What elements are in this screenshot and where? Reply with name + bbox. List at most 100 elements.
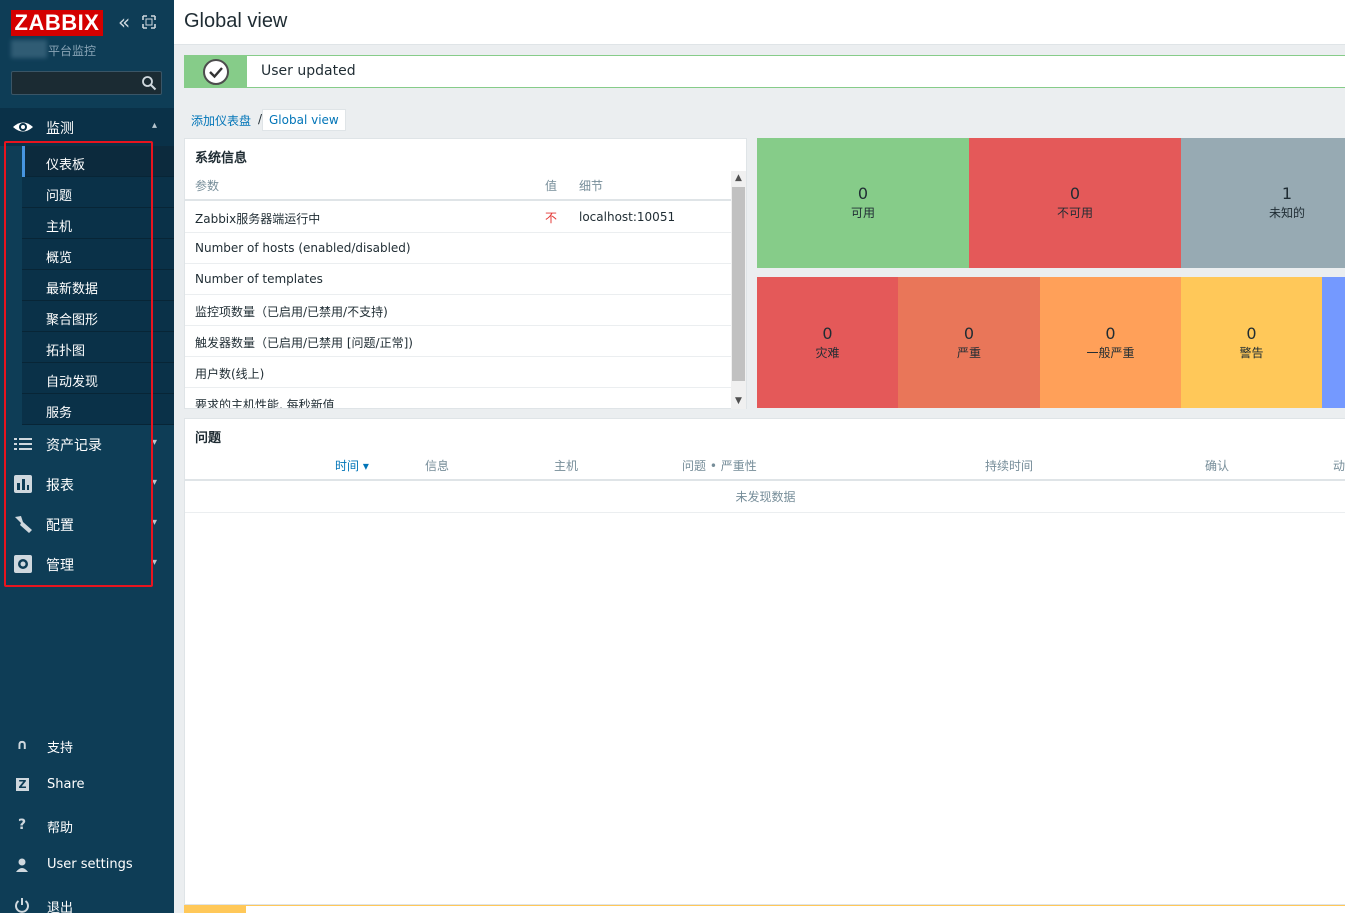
sidebar-item-label: 帮助 [47, 821, 74, 836]
message-text: User updated [261, 63, 356, 79]
sidebar: ZABBIX « 平台监控 监测 ▴ 仪表板 问题 主机 概览 最新数据 聚合图… [0, 0, 174, 913]
breadcrumb-link-dashboards[interactable]: 添加仪表盘 [191, 112, 251, 129]
eye-icon [13, 122, 33, 132]
cell-param: 监控项数量（已启用/已禁用/不支持) [195, 305, 388, 319]
system-info-rows: Zabbix服务器端运行中 不 localhost:10051 Number o… [185, 202, 731, 408]
search-input[interactable] [11, 71, 162, 95]
cell-param: Number of hosts (enabled/disabled) [195, 241, 411, 255]
widget-title: 系统信息 [195, 151, 248, 166]
logo-row: ZABBIX « [11, 10, 171, 36]
table-row: Number of templates [185, 264, 731, 295]
cell-param: 用户数(线上) [195, 367, 265, 381]
severity-cell-information[interactable] [1322, 277, 1345, 408]
column-header: 动 [1333, 459, 1345, 473]
sidebar-item-help[interactable]: ? 帮助 [0, 805, 174, 845]
system-info-widget: 系统信息 参数 值 细节 Zabbix服务器端运行中 不 localhost:1… [184, 138, 747, 409]
scroll-thumb[interactable] [732, 187, 745, 381]
warning-icon [184, 906, 246, 913]
availability-count: 0 [1069, 184, 1081, 203]
severity-label: 一般严重 [1086, 346, 1135, 360]
kiosk-mode-icon[interactable] [142, 15, 156, 29]
severity-label: 严重 [956, 346, 981, 360]
cell-value: 不 [545, 211, 558, 225]
availability-cell-available[interactable]: 0 可用 [757, 138, 969, 268]
scrollbar[interactable]: ▲ ▼ [731, 171, 746, 409]
sidebar-item-label: 退出 [47, 901, 74, 913]
column-header: 问题 • 严重性 [682, 459, 757, 473]
server-name: 平台监控 [48, 44, 97, 58]
severity-cell-average[interactable]: 0 一般严重 [1040, 277, 1181, 408]
severity-count: 0 [963, 324, 975, 343]
column-header: 信息 [425, 459, 450, 473]
success-message: User updated [184, 55, 1345, 88]
availability-label: 未知的 [1268, 206, 1305, 220]
availability-label: 不可用 [1056, 206, 1093, 220]
table-row: 要求的主机性能, 每秒新值 [185, 388, 731, 408]
severity-label: 灾难 [815, 346, 840, 360]
availability-cell-unavailable[interactable]: 0 不可用 [969, 138, 1181, 268]
collapse-sidebar-icon[interactable]: « [118, 12, 134, 32]
table-header: 时间 ▾ 信息 主机 问题 • 严重性 持续时间 确认 动 [185, 449, 1345, 481]
availability-label: 可用 [850, 206, 875, 220]
table-row: 用户数(线上) [185, 357, 731, 388]
severity-count: 0 [1246, 324, 1257, 343]
sidebar-item-share[interactable]: Z Share [0, 765, 174, 805]
column-header: 主机 [554, 459, 579, 473]
sidebar-item-label: 支持 [47, 741, 74, 756]
scroll-up-icon[interactable]: ▲ [731, 171, 746, 186]
host-availability-widget: 0 可用 0 不可用 1 未知的 [757, 138, 1345, 268]
menu-section-label: 监测 [46, 121, 74, 137]
table-header: 参数 值 细节 [185, 169, 731, 201]
table-row: 触发器数量（已启用/已禁用 [问题/正常]) [185, 326, 731, 357]
server-name-blur [11, 40, 47, 58]
column-header: 持续时间 [985, 459, 1034, 473]
sidebar-item-support[interactable]: ∩ 支持 [0, 725, 174, 765]
check-circle-icon [203, 59, 229, 85]
table-row: Number of hosts (enabled/disabled) [185, 233, 731, 264]
share-icon: Z [16, 778, 29, 791]
headset-icon: ∩ [16, 737, 28, 753]
severity-cell-disaster[interactable]: 0 灾难 [757, 277, 898, 408]
severity-count: 0 [1105, 324, 1116, 343]
column-header-time[interactable]: 时间 ▾ [335, 457, 369, 474]
message-icon-area [185, 56, 247, 87]
page-header: Global view [174, 0, 1345, 45]
severity-label: 警告 [1239, 346, 1264, 360]
table-row: 监控项数量（已启用/已禁用/不支持) [185, 295, 731, 326]
cell-param: 触发器数量（已启用/已禁用 [问题/正常]) [195, 336, 413, 350]
cell-param: Zabbix服务器端运行中 [195, 212, 321, 226]
widget-title: 问题 [195, 431, 222, 446]
help-icon: ? [17, 817, 27, 833]
search-icon[interactable] [141, 75, 157, 91]
sidebar-item-user-settings[interactable]: User settings [0, 845, 174, 885]
chevron-up-icon: ▴ [152, 120, 158, 131]
highlight-frame [4, 141, 153, 587]
sidebar-item-label: Share [47, 777, 85, 792]
warning-message-bar [184, 905, 1345, 913]
availability-count: 1 [1281, 184, 1293, 203]
cell-param: 要求的主机性能, 每秒新值 [195, 398, 335, 408]
user-icon [16, 858, 28, 872]
power-icon [15, 898, 29, 913]
problems-widget: 问题 时间 ▾ 信息 主机 问题 • 严重性 持续时间 确认 动 未发现数据 [184, 418, 1345, 905]
severity-cell-high[interactable]: 0 严重 [898, 277, 1040, 408]
page-title: Global view [184, 10, 288, 32]
severity-count: 0 [822, 324, 833, 343]
empty-state: 未发现数据 [185, 483, 1345, 513]
problems-by-severity-widget: 0 灾难 0 严重 0 一般严重 0 警告 [757, 277, 1345, 408]
availability-cell-unknown[interactable]: 1 未知的 [1181, 138, 1345, 268]
severity-cell-warning[interactable]: 0 警告 [1181, 277, 1322, 408]
breadcrumb-current[interactable]: Global view [262, 109, 346, 131]
column-header: 值 [545, 179, 558, 193]
column-header: 细节 [579, 179, 604, 193]
scroll-down-icon[interactable]: ▼ [731, 394, 746, 409]
sidebar-item-signout[interactable]: 退出 [0, 885, 174, 913]
cell-detail: localhost:10051 [579, 210, 676, 224]
sidebar-item-label: User settings [47, 857, 133, 872]
table-row: Zabbix服务器端运行中 不 localhost:10051 [185, 202, 731, 233]
column-header: 参数 [195, 179, 220, 193]
column-header: 确认 [1205, 459, 1230, 473]
cell-param: Number of templates [195, 272, 323, 286]
availability-count: 0 [857, 184, 869, 203]
zabbix-logo[interactable]: ZABBIX [11, 10, 103, 36]
